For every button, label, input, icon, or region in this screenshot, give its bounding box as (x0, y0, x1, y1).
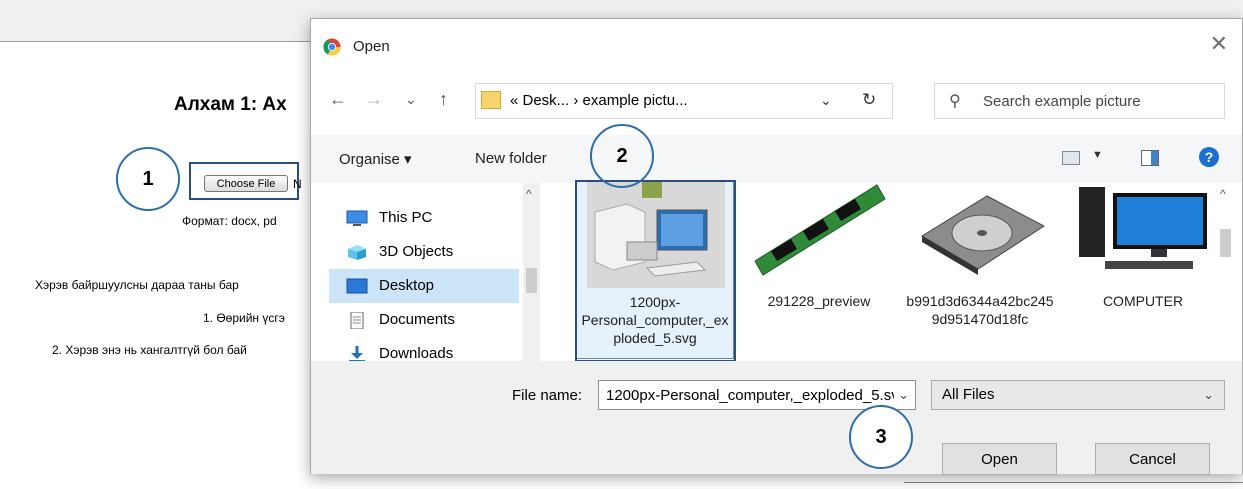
close-icon[interactable]: ✕ (1210, 33, 1228, 55)
format-text: Формат: docx, pd (182, 214, 277, 228)
files-scrollbar[interactable]: ^ ⌄ (1217, 183, 1234, 381)
nav-item-label: Desktop (379, 277, 435, 294)
change-view-icon[interactable] (1062, 151, 1080, 165)
search-icon: ⚲ (949, 93, 961, 110)
new-folder-button[interactable]: New folder (475, 150, 547, 167)
address-bar[interactable]: « Desk... › example pictu... ⌄ ↻ (475, 83, 893, 119)
help-icon[interactable]: ? (1199, 147, 1219, 167)
nav-item-desktop[interactable]: Desktop (329, 269, 519, 303)
info-text: Хэрэв байршуулсны дараа таны бар (35, 278, 239, 292)
dialog-footer: File name: 1200px-Personal_computer,_exp… (311, 361, 1242, 475)
file-item-291228-preview[interactable]: 291228_preview (741, 181, 899, 359)
forward-arrow-icon[interactable]: → (365, 89, 383, 110)
file-name: 1200px-Personal_computer,_exploded_5.svg (581, 294, 729, 346)
document-icon (350, 312, 364, 329)
nav-item-label: Downloads (379, 345, 454, 362)
command-bar: Organise ▾ New folder ▼ ? (311, 135, 1242, 183)
step-1-text: 1. Өөрийн үсгэ (203, 311, 285, 325)
file-thumbnail (754, 184, 886, 276)
page-heading: Алхам 1: Ах (174, 94, 287, 115)
nav-item-this-pc[interactable]: This PC (329, 201, 519, 235)
callout-1: 1 (116, 147, 180, 211)
nav-item-label: Documents (379, 311, 455, 328)
nav-item-documents[interactable]: Documents (329, 303, 519, 337)
file-thumbnail (587, 182, 725, 288)
file-type-value: All Files (942, 386, 995, 403)
search-input[interactable]: ⚲ Search example picture (934, 83, 1225, 119)
file-thumbnail (1079, 187, 1207, 269)
choose-file-button[interactable]: Choose File (204, 175, 288, 192)
callout-2: 2 (590, 124, 654, 188)
file-name: 291228_preview (767, 293, 871, 309)
scrollbar-thumb[interactable] (526, 268, 537, 293)
pc-icon (346, 210, 368, 226)
desktop-icon (346, 278, 368, 294)
preview-pane-icon[interactable] (1141, 150, 1159, 166)
search-placeholder: Search example picture (983, 93, 1141, 110)
address-path[interactable]: « Desk... › example pictu... (510, 92, 688, 109)
recent-locations-icon[interactable]: ⌄ (405, 91, 417, 108)
chevron-down-icon[interactable]: ⌄ (898, 387, 909, 403)
file-item-personal-computer[interactable]: 1200px-Personal_computer,_exploded_5.svg (576, 181, 734, 359)
navigation-pane: This PC 3D Objects Desktop Documents Dow… (311, 183, 539, 383)
scroll-up-icon[interactable]: ^ (526, 187, 532, 201)
file-name-label: File name: (512, 387, 583, 404)
callout-3: 3 (849, 405, 913, 469)
chevron-down-icon[interactable]: ⌄ (1203, 387, 1214, 403)
nav-item-3d-objects[interactable]: 3D Objects (329, 235, 519, 269)
folder-icon (481, 91, 501, 109)
dialog-title: Open (353, 38, 390, 55)
file-name: COMPUTER (1102, 293, 1184, 309)
file-name: b991d3d6344a42bc2459d951470d18fc (906, 293, 1054, 327)
file-thumbnail (921, 195, 1045, 275)
file-name-input[interactable]: 1200px-Personal_computer,_exploded_5.svg… (598, 380, 916, 410)
dialog-title-bar: Open ✕ (311, 19, 1242, 77)
cube-icon (348, 245, 366, 260)
organise-button[interactable]: Organise ▾ (339, 150, 412, 168)
refresh-icon[interactable]: ↻ (862, 90, 876, 110)
file-name-value[interactable]: 1200px-Personal_computer,_exploded_5.svg (606, 387, 894, 404)
chrome-icon (323, 38, 341, 56)
no-file-text: N (293, 177, 302, 191)
nav-item-label: This PC (379, 209, 433, 226)
scrollbar-thumb[interactable] (1220, 229, 1231, 257)
back-arrow-icon[interactable]: ← (329, 89, 347, 110)
file-item-b991d3d[interactable]: b991d3d6344a42bc2459d951470d18fc (902, 181, 1060, 359)
open-button[interactable]: Open (942, 443, 1057, 475)
cancel-button[interactable]: Cancel (1095, 443, 1210, 475)
nav-item-label: 3D Objects (379, 243, 454, 260)
open-file-dialog: Open ✕ ← → ⌄ ↑ « Desk... › example pictu… (310, 18, 1243, 475)
file-type-select[interactable]: All Files ⌄ (931, 380, 1225, 410)
divider (904, 482, 1243, 483)
navigation-scrollbar[interactable]: ^ ⌄ (523, 183, 540, 381)
up-arrow-icon[interactable]: ↑ (439, 89, 448, 110)
chevron-down-icon[interactable]: ⌄ (820, 92, 832, 109)
scroll-up-icon[interactable]: ^ (1220, 187, 1226, 201)
view-dropdown-icon[interactable]: ▼ (1092, 149, 1103, 161)
step-2-text: 2. Хэрэв энэ нь хангалтгүй бол бай (52, 343, 247, 357)
file-item-computer[interactable]: COMPUTER (1065, 181, 1223, 359)
